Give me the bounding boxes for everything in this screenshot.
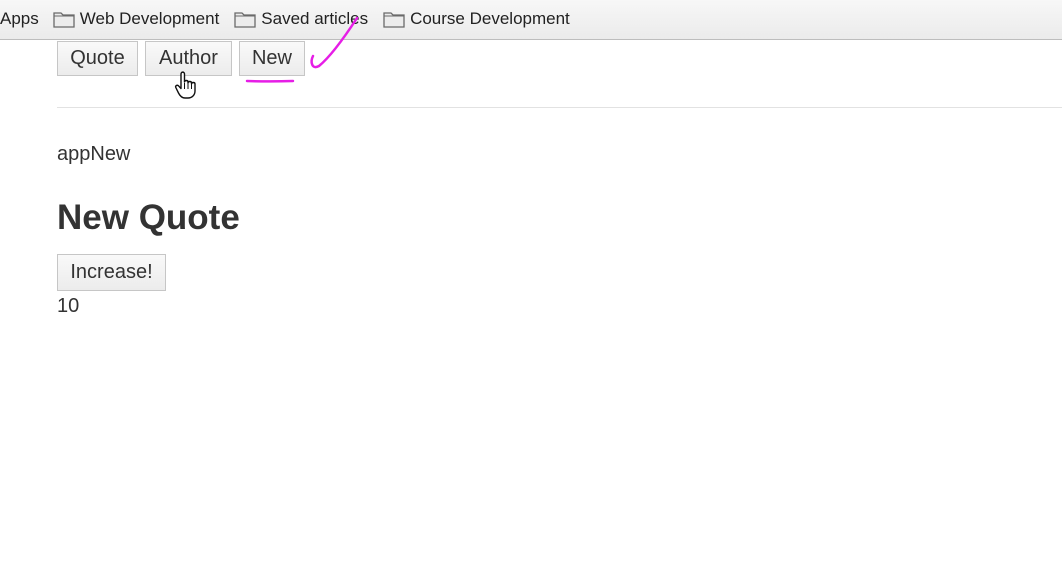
divider: [57, 107, 1062, 108]
bookmark-course-development[interactable]: Course Development: [383, 9, 570, 31]
folder-icon: [383, 11, 405, 28]
bookmark-label: Course Development: [410, 8, 570, 28]
page-title: New Quote: [57, 198, 240, 237]
bookmark-label: Saved articles: [261, 8, 369, 28]
bookmarks-bar: Apps Web Development Saved articles Cour…: [0, 0, 1062, 40]
author-button[interactable]: Author: [145, 41, 232, 76]
component-label: appNew: [57, 143, 131, 165]
bookmark-web-development[interactable]: Web Development: [53, 8, 220, 31]
quote-button[interactable]: Quote: [57, 41, 138, 76]
increase-button[interactable]: Increase!: [57, 254, 166, 291]
bookmark-apps[interactable]: Apps: [0, 9, 39, 31]
new-button[interactable]: New: [239, 41, 305, 76]
counter-value: 10: [57, 295, 80, 317]
hand-pointer-icon: [174, 71, 196, 99]
nav-buttons: Quote Author New: [57, 41, 312, 76]
folder-icon: [234, 11, 256, 28]
bookmark-label: Web Development: [79, 8, 220, 28]
bookmark-saved-articles[interactable]: Saved articles: [234, 9, 368, 31]
folder-icon: [53, 11, 75, 28]
